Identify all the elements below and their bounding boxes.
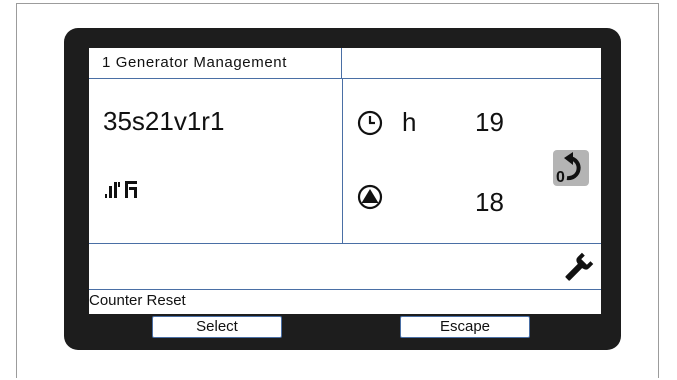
title-bar: 1 Generator Management xyxy=(89,48,601,79)
title-tab-divider xyxy=(341,48,342,79)
escape-button[interactable]: Escape xyxy=(400,316,530,338)
page-title: 1 Generator Management xyxy=(102,54,287,71)
operating-hours-value: 19 xyxy=(475,107,504,137)
signal-relay-icon xyxy=(105,181,137,198)
clock-icon xyxy=(357,110,383,136)
status-divider xyxy=(89,289,601,290)
status-message: Counter Reset xyxy=(89,292,186,309)
pump-counter-value: 18 xyxy=(475,187,504,217)
select-button[interactable]: Select xyxy=(152,316,282,338)
pump-icon xyxy=(357,184,383,210)
panel-divider-horizontal xyxy=(89,243,601,244)
wrench-icon[interactable] xyxy=(560,252,594,286)
lcd-screen: 1 Generator Management 35s21v1r1 h 19 18… xyxy=(89,48,601,338)
page: 1 Generator Management 35s21v1r1 h 19 18… xyxy=(0,0,677,380)
panel-divider-vertical xyxy=(342,79,343,243)
generator-identifier: 35s21v1r1 xyxy=(103,106,225,136)
counter-reset-icon[interactable]: 0 xyxy=(553,150,589,186)
counter-reset-digit: 0 xyxy=(556,169,565,186)
hours-unit-label: h xyxy=(402,107,417,137)
